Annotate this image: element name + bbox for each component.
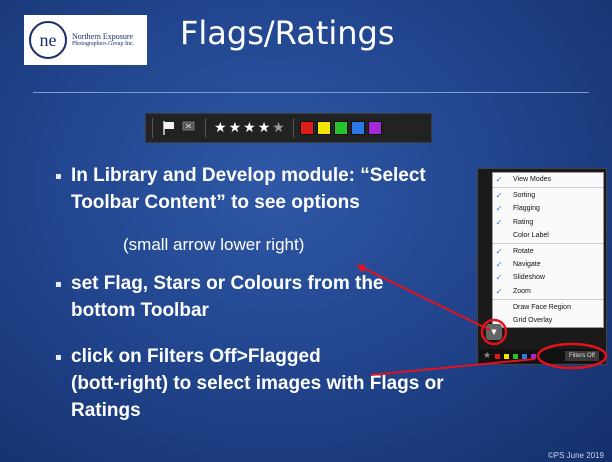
annotation-arrow-2 [370, 358, 536, 376]
annotation-overlay [356, 264, 608, 376]
annotation-circle-arrow [480, 318, 508, 346]
slide: ne Northern Exposure Photographers Group… [0, 0, 612, 462]
annotation-arrow-1 [356, 264, 491, 331]
annotation-circle-filters [536, 342, 608, 370]
copyright: ©PS June 2019 [547, 451, 604, 460]
